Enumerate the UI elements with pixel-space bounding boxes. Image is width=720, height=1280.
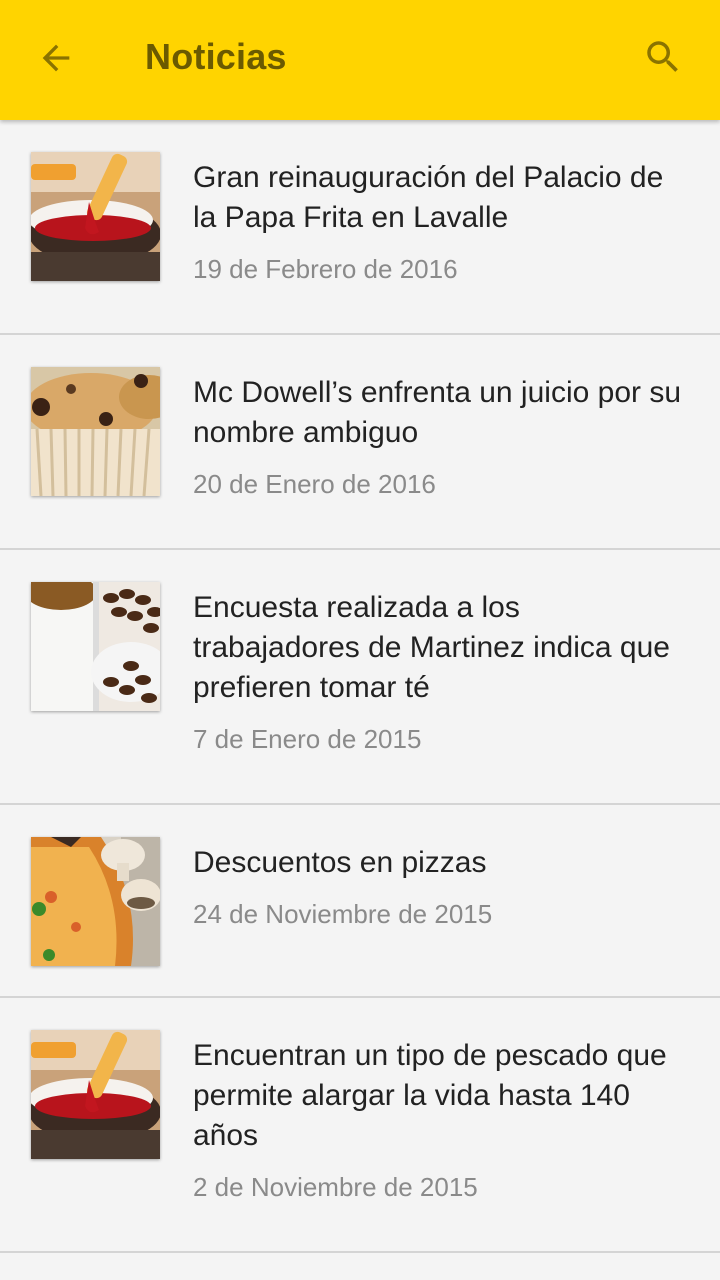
search-button[interactable] bbox=[636, 30, 690, 84]
arrow-left-icon bbox=[42, 44, 70, 72]
news-thumbnail-muffin bbox=[31, 367, 160, 496]
search-icon bbox=[647, 41, 678, 72]
news-date: 20 de Enero de 2016 bbox=[193, 469, 436, 499]
news-thumbnail-pizza bbox=[31, 837, 160, 966]
news-thumbnail-fries bbox=[31, 1030, 160, 1159]
news-title: Encuentran un tipo de pescado que permit… bbox=[193, 1039, 667, 1152]
news-title: Gran reinauguración del Palacio de la Pa… bbox=[193, 161, 664, 234]
news-thumbnail-fries bbox=[31, 152, 160, 281]
news-list: Gran reinauguración del Palacio de la Pa… bbox=[0, 120, 720, 1253]
news-date: 24 de Noviembre de 2015 bbox=[193, 899, 493, 929]
news-thumbnail-coffee bbox=[31, 582, 160, 711]
news-item[interactable]: Mc Dowell’s enfrenta un juicio por su no… bbox=[0, 335, 720, 550]
news-title: Encuesta realizada a los trabajadores de… bbox=[193, 591, 670, 704]
news-item[interactable]: Encuentran un tipo de pescado que permit… bbox=[0, 998, 720, 1253]
news-item[interactable]: Gran reinauguración del Palacio de la Pa… bbox=[0, 120, 720, 335]
news-date: 2 de Noviembre de 2015 bbox=[193, 1172, 478, 1202]
app-bar: Noticias bbox=[0, 0, 720, 120]
news-item[interactable]: Descuentos en pizzas 24 de Noviembre de … bbox=[0, 805, 720, 998]
news-date: 7 de Enero de 2015 bbox=[193, 724, 422, 754]
back-button[interactable] bbox=[30, 32, 82, 84]
news-date: 19 de Febrero de 2016 bbox=[193, 254, 458, 284]
news-item[interactable]: Encuesta realizada a los trabajadores de… bbox=[0, 550, 720, 805]
news-title: Mc Dowell’s enfrenta un juicio por su no… bbox=[193, 376, 682, 449]
page-title: Noticias bbox=[145, 36, 287, 77]
news-title: Descuentos en pizzas bbox=[193, 846, 487, 879]
